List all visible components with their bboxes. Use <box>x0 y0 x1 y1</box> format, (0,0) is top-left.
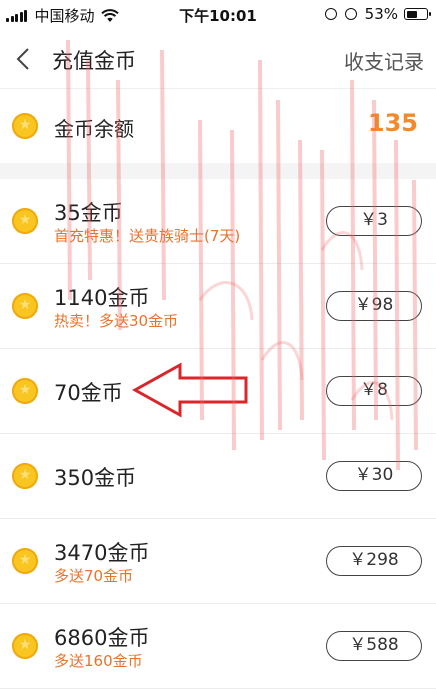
battery-percentage: 53% <box>364 5 398 23</box>
alarm-clock-icon <box>344 8 357 20</box>
back-chevron-icon[interactable] <box>14 47 34 71</box>
coin-icon <box>12 208 38 234</box>
coin-icon <box>12 548 38 574</box>
price-button[interactable]: ￥3 <box>326 206 422 236</box>
package-row[interactable]: 1140金币 热卖！多送30金币 ￥98 <box>0 264 436 349</box>
section-divider <box>0 163 436 179</box>
price-button[interactable]: ￥30 <box>326 461 422 491</box>
coin-icon <box>12 113 38 139</box>
battery-icon <box>404 8 431 20</box>
package-row[interactable]: 350金币 ￥30 <box>0 434 436 519</box>
orientation-lock-icon <box>324 8 337 20</box>
package-title: 1140金币 <box>54 286 150 310</box>
navigation-bar: 充值金币 收支记录 <box>0 30 436 89</box>
package-subtitle: 多送70金币 <box>54 567 134 585</box>
package-title: 350金币 <box>54 466 137 490</box>
balance-row: 金币余额 135 <box>0 89 436 163</box>
package-row[interactable]: 35金币 首充特惠！送贵族骑士(7天) ￥3 <box>0 179 436 264</box>
package-title: 35金币 <box>54 201 123 225</box>
price-button[interactable]: ￥8 <box>326 376 422 406</box>
package-row[interactable]: 3470金币 多送70金币 ￥298 <box>0 519 436 604</box>
package-row[interactable]: 6860金币 多送160金币 ￥588 <box>0 604 436 689</box>
page-title: 充值金币 <box>52 49 136 73</box>
package-title: 3470金币 <box>54 541 150 565</box>
coin-icon <box>12 463 38 489</box>
coin-package-list: 35金币 首充特惠！送贵族骑士(7天) ￥3 1140金币 热卖！多送30金币 … <box>0 179 436 689</box>
status-right: 53% <box>324 5 431 23</box>
package-subtitle: 首充特惠！送贵族骑士(7天) <box>54 227 241 245</box>
package-subtitle: 热卖！多送30金币 <box>54 312 179 330</box>
package-title: 6860金币 <box>54 626 150 650</box>
price-button[interactable]: ￥98 <box>326 291 422 321</box>
transaction-history-link[interactable]: 收支记录 <box>344 46 424 75</box>
balance-value: 135 <box>367 109 418 137</box>
price-button[interactable]: ￥298 <box>326 546 422 576</box>
coin-icon <box>12 293 38 319</box>
coin-icon <box>12 378 38 404</box>
battery-fill <box>406 10 417 18</box>
package-subtitle: 多送160金币 <box>54 652 143 670</box>
balance-label: 金币余额 <box>54 117 134 141</box>
price-button[interactable]: ￥588 <box>326 631 422 661</box>
left-arrow-annotation-icon <box>132 362 248 418</box>
package-title: 70金币 <box>54 381 123 405</box>
coin-icon <box>12 633 38 659</box>
status-bar: 中国移动 下午10:01 53% <box>0 0 436 30</box>
